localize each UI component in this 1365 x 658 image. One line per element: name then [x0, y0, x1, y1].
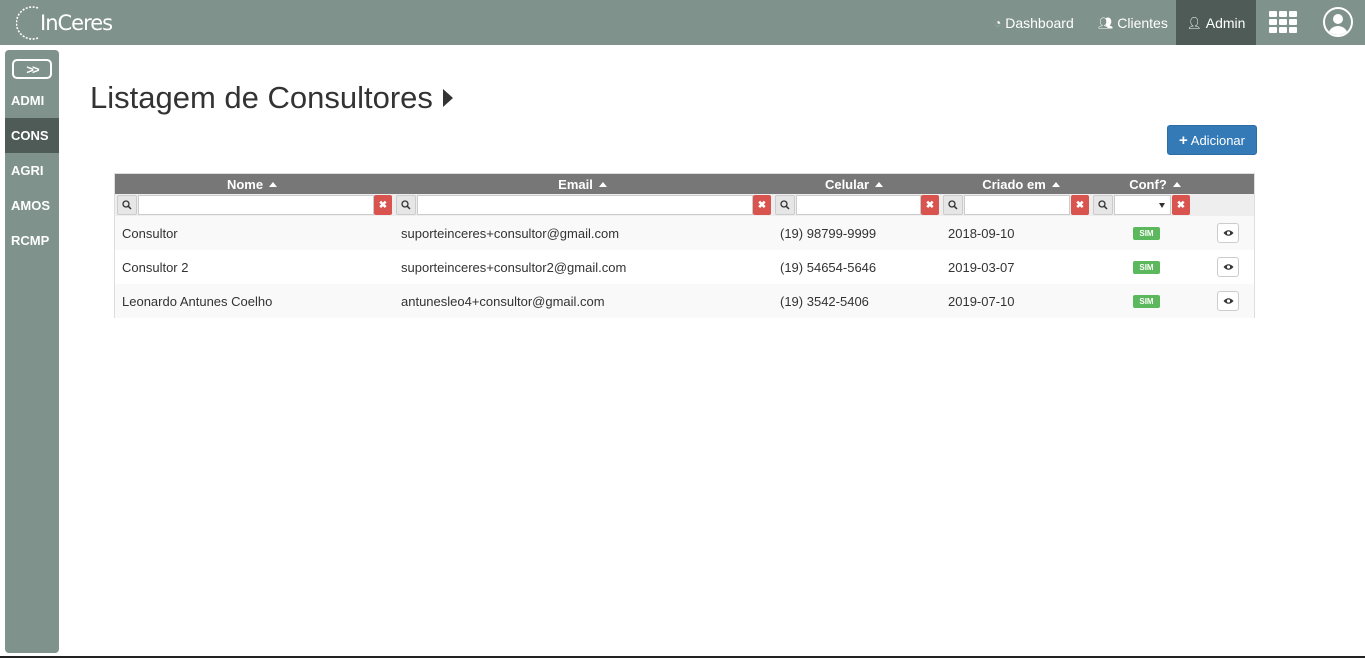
filter-criado-em-input[interactable]	[964, 195, 1070, 215]
user-avatar-icon[interactable]	[1323, 7, 1353, 37]
cell-nome: Consultor	[122, 225, 178, 241]
search-icon[interactable]	[1093, 195, 1113, 215]
column-header-label: Criado em	[982, 176, 1046, 192]
status-badge: SIM	[1133, 295, 1160, 308]
cell-celular: (19) 54654-5646	[780, 259, 877, 275]
column-header-label: Nome	[226, 176, 264, 192]
eye-icon	[1223, 264, 1233, 270]
cell-celular: (19) 98799-9999	[780, 225, 877, 241]
user-plus-icon: 👤︎	[1186, 15, 1202, 30]
sidebar-item-agri[interactable]: AGRI	[5, 153, 59, 188]
sidebar-item-rcmp[interactable]: RCMP	[5, 223, 59, 258]
cell-celular: (19) 3542-5406	[780, 293, 869, 309]
nav-dashboard[interactable]: ◔ Dashboard	[994, 0, 1074, 45]
cell-email: suporteinceres+consultor@gmail.com	[401, 225, 620, 241]
apps-grid-icon[interactable]	[1269, 11, 1297, 33]
sidebar-item-label: AGRI	[11, 163, 44, 178]
caret-right-icon[interactable]	[442, 89, 453, 107]
column-header-nome[interactable]: Nome	[115, 174, 389, 194]
plus-icon: +	[1179, 131, 1188, 149]
column-header-label: Celular	[824, 176, 870, 192]
column-header-email[interactable]: Email	[395, 174, 770, 194]
brand-logo-text: InCeres	[40, 11, 113, 35]
clear-filter-icon[interactable]: ✖	[753, 195, 771, 215]
search-icon[interactable]	[396, 195, 416, 215]
sort-asc-icon	[269, 181, 278, 187]
sidebar: >> ADMI CONS AGRI AMOS RCMP	[5, 50, 59, 653]
nav-clientes-label: Clientes	[1117, 14, 1168, 31]
filter-nome: ✖	[117, 195, 392, 215]
clear-filter-icon[interactable]: ✖	[1071, 195, 1089, 215]
table-row[interactable]: Consultor 2 suporteinceres+consultor2@gm…	[115, 250, 1254, 284]
brand-logo[interactable]: InCeres	[16, 4, 113, 42]
cell-nome: Leonardo Antunes Coelho	[122, 293, 273, 309]
cell-criado-em: 2019-07-10	[948, 293, 1015, 309]
filter-celular: ✖	[775, 195, 939, 215]
sort-asc-icon	[875, 181, 884, 187]
sidebar-item-label: RCMP	[11, 233, 50, 248]
view-button[interactable]	[1217, 223, 1239, 243]
nav-clientes[interactable]: 👥︎ Clientes	[1098, 0, 1168, 45]
add-consultor-button[interactable]: + Adicionar	[1167, 125, 1257, 155]
search-icon[interactable]	[943, 195, 963, 215]
sort-asc-icon	[1051, 181, 1060, 187]
sidebar-toggle-button[interactable]: >>	[12, 59, 52, 79]
column-header-conf[interactable]: Conf?	[1105, 174, 1205, 194]
page-title: Listagem de Consultores	[90, 80, 453, 116]
sidebar-item-label: AMOS	[11, 198, 50, 213]
column-header-label: Email	[558, 176, 593, 192]
clear-filter-icon[interactable]: ✖	[374, 195, 392, 215]
top-navbar: InCeres ◔ Dashboard 👥︎ Clientes 👤︎ Admin	[0, 0, 1365, 45]
table-row[interactable]: Leonardo Antunes Coelho antunesleo4+cons…	[115, 284, 1254, 318]
clear-filter-icon[interactable]: ✖	[921, 195, 939, 215]
view-button[interactable]	[1217, 291, 1239, 311]
filter-celular-input[interactable]	[796, 195, 921, 215]
filter-conf: ✖	[1093, 195, 1193, 215]
cell-criado-em: 2018-09-10	[948, 225, 1015, 241]
filter-criado-em: ✖	[943, 195, 1107, 215]
eye-icon	[1223, 230, 1233, 236]
nav-admin-label: Admin	[1205, 14, 1246, 31]
filter-row: ✖ ✖ ✖ ✖ ✖	[115, 194, 1254, 216]
status-badge: SIM	[1133, 227, 1160, 240]
dashboard-gauge-icon: ◔	[994, 15, 1002, 30]
column-header-criado-em[interactable]: Criado em	[941, 174, 1101, 194]
search-icon[interactable]	[775, 195, 795, 215]
filter-email: ✖	[396, 195, 771, 215]
column-header-celular[interactable]: Celular	[773, 174, 935, 194]
nav-admin[interactable]: 👤︎ Admin	[1176, 0, 1256, 45]
cell-criado-em: 2019-03-07	[948, 259, 1015, 275]
view-button[interactable]	[1217, 257, 1239, 277]
column-header-label: Conf?	[1129, 176, 1167, 192]
users-icon: 👥︎	[1098, 15, 1114, 30]
add-button-label: Adicionar	[1190, 132, 1245, 148]
cell-email: antunesleo4+consultor@gmail.com	[401, 293, 605, 309]
sidebar-item-label: ADMI	[11, 93, 45, 108]
cell-nome: Consultor 2	[122, 259, 189, 275]
sidebar-item-amos[interactable]: AMOS	[5, 188, 59, 223]
sidebar-item-label: CONS	[11, 128, 49, 143]
filter-nome-input[interactable]	[138, 195, 374, 215]
eye-icon	[1223, 298, 1233, 304]
cell-email: suporteinceres+consultor2@gmail.com	[401, 259, 627, 275]
sidebar-item-admi[interactable]: ADMI	[5, 83, 59, 118]
table-row[interactable]: Consultor suporteinceres+consultor@gmail…	[115, 216, 1254, 250]
double-chevron-right-icon: >>	[26, 61, 39, 77]
nav-dashboard-label: Dashboard	[1005, 14, 1074, 31]
table-header: Nome Email Celular Criado em Conf?	[115, 174, 1254, 194]
consultores-table: Nome Email Celular Criado em Conf? ✖ ✖ ✖…	[114, 173, 1255, 318]
search-icon[interactable]	[117, 195, 137, 215]
sort-asc-icon	[1172, 181, 1181, 187]
dropdown-caret-icon	[1159, 203, 1165, 208]
page-title-text: Listagem de Consultores	[90, 80, 433, 115]
sidebar-item-cons[interactable]: CONS	[5, 118, 59, 153]
sort-asc-icon	[598, 181, 607, 187]
filter-conf-select[interactable]	[1114, 195, 1171, 215]
status-badge: SIM	[1133, 261, 1160, 274]
clear-filter-icon[interactable]: ✖	[1172, 195, 1190, 215]
filter-email-input[interactable]	[417, 195, 753, 215]
